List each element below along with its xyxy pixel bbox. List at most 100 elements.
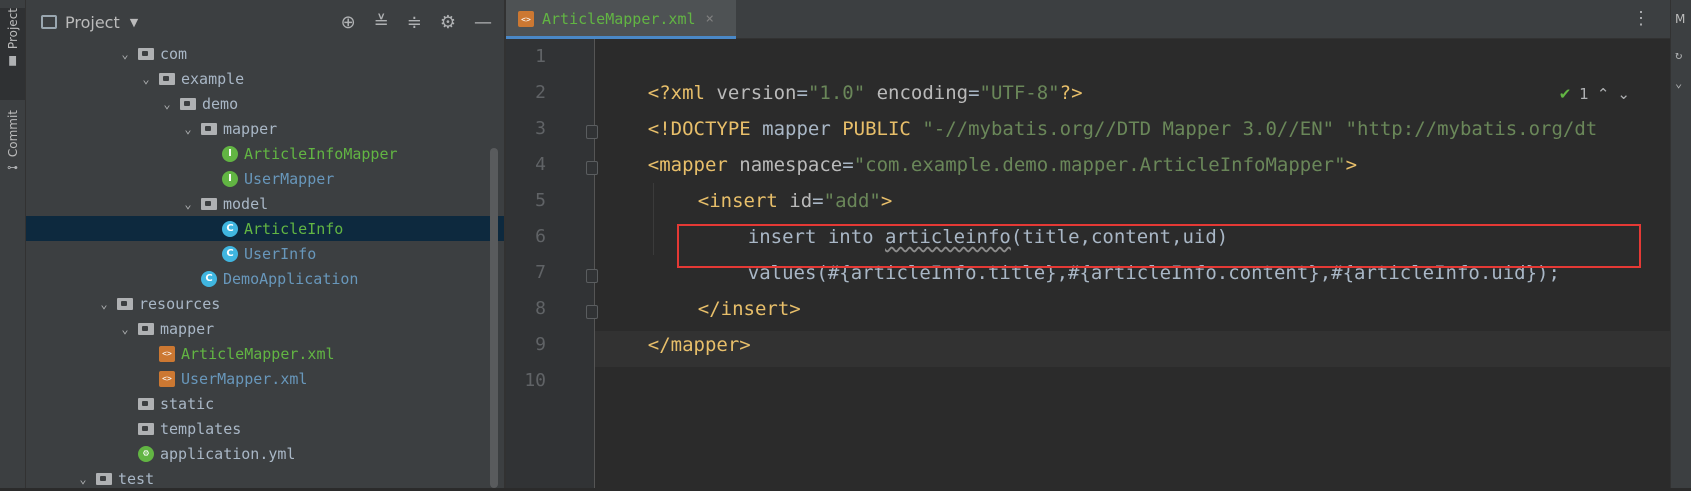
- refresh-icon[interactable]: ↻: [1675, 48, 1682, 62]
- tree-item-com[interactable]: ⌄ com: [26, 41, 504, 66]
- line-number: 8: [535, 298, 546, 319]
- chevron-down-icon[interactable]: ⌄: [181, 197, 195, 211]
- tree-item-usermapper[interactable]: I UserMapper: [26, 166, 504, 191]
- project-panel-title[interactable]: Project: [65, 13, 120, 32]
- check-icon: ✔: [1558, 85, 1572, 103]
- line-number: 2: [535, 82, 546, 103]
- tree-item-mapper-folder[interactable]: ⌄ mapper: [26, 316, 504, 341]
- folder-icon: [138, 422, 154, 435]
- tree-item-label: ArticleInfo: [244, 219, 344, 238]
- gear-icon[interactable]: ⚙: [440, 12, 456, 33]
- folder-icon: [96, 472, 112, 485]
- tag-close: >: [1345, 154, 1358, 176]
- tree-item-label: UserInfo: [244, 244, 317, 263]
- line-number: 6: [535, 226, 546, 247]
- more-vertical-icon[interactable]: ⋮: [1632, 8, 1650, 29]
- expand-all-icon[interactable]: ≚: [374, 12, 389, 33]
- editor-tab-bar: <> ArticleMapper.xml × ⋮: [506, 0, 1670, 39]
- tree-item-label: templates: [160, 419, 242, 438]
- interface-icon: I: [222, 170, 238, 187]
- attr-value: "com.example.demo.mapper.ArticleInfoMapp…: [853, 154, 1346, 176]
- tree-item-label: static: [160, 394, 215, 413]
- interface-icon: I: [222, 145, 238, 162]
- tree-item-example[interactable]: ⌄ example: [26, 66, 504, 91]
- chevron-up-icon[interactable]: ⌃: [1597, 85, 1610, 103]
- tree-item-demoapplication[interactable]: C DemoApplication: [26, 266, 504, 291]
- project-tool-tab-label: Project: [5, 8, 20, 50]
- tree-item-label: resources: [139, 294, 221, 313]
- project-panel-header: Project ▼ ⊕ ≚ ≑ ⚙ —: [26, 0, 504, 44]
- package-icon: [180, 97, 196, 110]
- locate-icon[interactable]: ⊕: [341, 12, 356, 33]
- tree-item-label: ArticleInfoMapper: [244, 144, 398, 163]
- tree-item-articleinfo[interactable]: C ArticleInfo: [26, 216, 504, 241]
- collapse-all-icon[interactable]: ≑: [407, 12, 422, 33]
- chevron-down-icon[interactable]: ⌄: [76, 472, 90, 486]
- chevron-down-icon[interactable]: ⌄: [118, 322, 132, 336]
- tree-item-userinfo[interactable]: C UserInfo: [26, 241, 504, 266]
- line-number: 7: [535, 262, 546, 283]
- inspection-count: 1: [1579, 85, 1589, 103]
- tag-close: >: [789, 298, 801, 320]
- commit-tool-tab[interactable]: Commit ⊶: [0, 110, 25, 190]
- code-line-5: insert into articleinfo(title,content,ui…: [702, 183, 1228, 248]
- tree-item-application-yml[interactable]: ⚙ application.yml: [26, 441, 504, 466]
- tree-item-mapper-package[interactable]: ⌄ mapper: [26, 116, 504, 141]
- tree-item-resources[interactable]: ⌄ resources: [26, 291, 504, 316]
- chevron-down-icon[interactable]: ⌄: [97, 297, 111, 311]
- package-icon: [201, 197, 217, 210]
- tree-item-articleinfomapper[interactable]: I ArticleInfoMapper: [26, 141, 504, 166]
- package-icon: [138, 47, 154, 60]
- right-strip-label[interactable]: M: [1675, 12, 1685, 26]
- tree-item-label: ArticleMapper.xml: [181, 344, 335, 363]
- project-tree: ⌄ com ⌄ example ⌄ demo ⌄ mapper I Articl…: [26, 41, 504, 491]
- chevron-down-icon[interactable]: ⌄: [160, 97, 174, 111]
- tree-item-model[interactable]: ⌄ model: [26, 191, 504, 216]
- fold-marker-icon[interactable]: [586, 305, 598, 319]
- tag-end: </mapper>: [647, 334, 751, 356]
- chevron-down-icon[interactable]: ⌄: [1617, 85, 1630, 103]
- inspection-widget[interactable]: ✔ 1 ⌃ ⌄: [1559, 85, 1630, 103]
- code-line-1: <?xml version="1.0" encoding="UTF-8"?>: [602, 39, 1083, 104]
- xml-file-icon: <>: [159, 370, 175, 387]
- chevron-down-icon[interactable]: ⌄: [139, 72, 153, 86]
- tree-item-label: application.yml: [160, 444, 296, 463]
- tree-item-label: com: [160, 44, 188, 63]
- tab-articlemapper-xml[interactable]: <> ArticleMapper.xml ×: [506, 0, 736, 39]
- tree-item-templates[interactable]: templates: [26, 416, 504, 441]
- project-panel: Project ▼ ⊕ ≚ ≑ ⚙ — ⌄ com ⌄ example ⌄ de…: [26, 0, 504, 488]
- tree-item-demo[interactable]: ⌄ demo: [26, 91, 504, 116]
- project-panel-toolbar: ⊕ ≚ ≑ ⚙ —: [341, 12, 492, 33]
- tree-item-test[interactable]: ⌄ test: [26, 466, 504, 491]
- chevron-down-icon[interactable]: ⌄: [118, 47, 132, 61]
- code-line-8: </mapper>: [602, 291, 751, 356]
- commit-tool-tab-label: Commit: [5, 110, 20, 158]
- xml-file-icon: <>: [518, 11, 534, 27]
- tree-item-usermapper-xml[interactable]: <> UserMapper.xml: [26, 366, 504, 391]
- hide-panel-icon[interactable]: —: [474, 12, 492, 33]
- chevron-down-icon[interactable]: ⌄: [1675, 76, 1682, 90]
- project-view-icon: [41, 15, 57, 29]
- highlight-box: [677, 224, 1641, 268]
- tree-item-static[interactable]: static: [26, 391, 504, 416]
- chevron-down-icon[interactable]: ⌄: [181, 122, 195, 136]
- line-number: 10: [524, 370, 546, 391]
- chevron-down-icon[interactable]: ▼: [130, 16, 138, 29]
- tree-scrollbar[interactable]: [490, 148, 498, 488]
- fold-marker-icon[interactable]: [586, 269, 598, 283]
- class-icon: C: [222, 245, 238, 262]
- close-icon[interactable]: ×: [706, 11, 714, 27]
- code-line-2: <!DOCTYPE mapper PUBLIC "-//mybatis.org/…: [602, 75, 1597, 140]
- project-tool-tab[interactable]: Project ▆: [0, 8, 25, 100]
- spring-config-icon: ⚙: [138, 445, 154, 462]
- package-icon: [201, 122, 217, 135]
- fold-marker-icon[interactable]: [586, 125, 598, 139]
- tree-item-articlemapper-xml[interactable]: <> ArticleMapper.xml: [26, 341, 504, 366]
- line-number: 1: [535, 46, 546, 67]
- line-number: 3: [535, 118, 546, 139]
- line-number: 4: [535, 154, 546, 175]
- commit-icon: ⊶: [7, 161, 18, 175]
- folder-icon: [138, 397, 154, 410]
- fold-marker-icon[interactable]: [586, 161, 598, 175]
- tree-item-label: DemoApplication: [223, 269, 359, 288]
